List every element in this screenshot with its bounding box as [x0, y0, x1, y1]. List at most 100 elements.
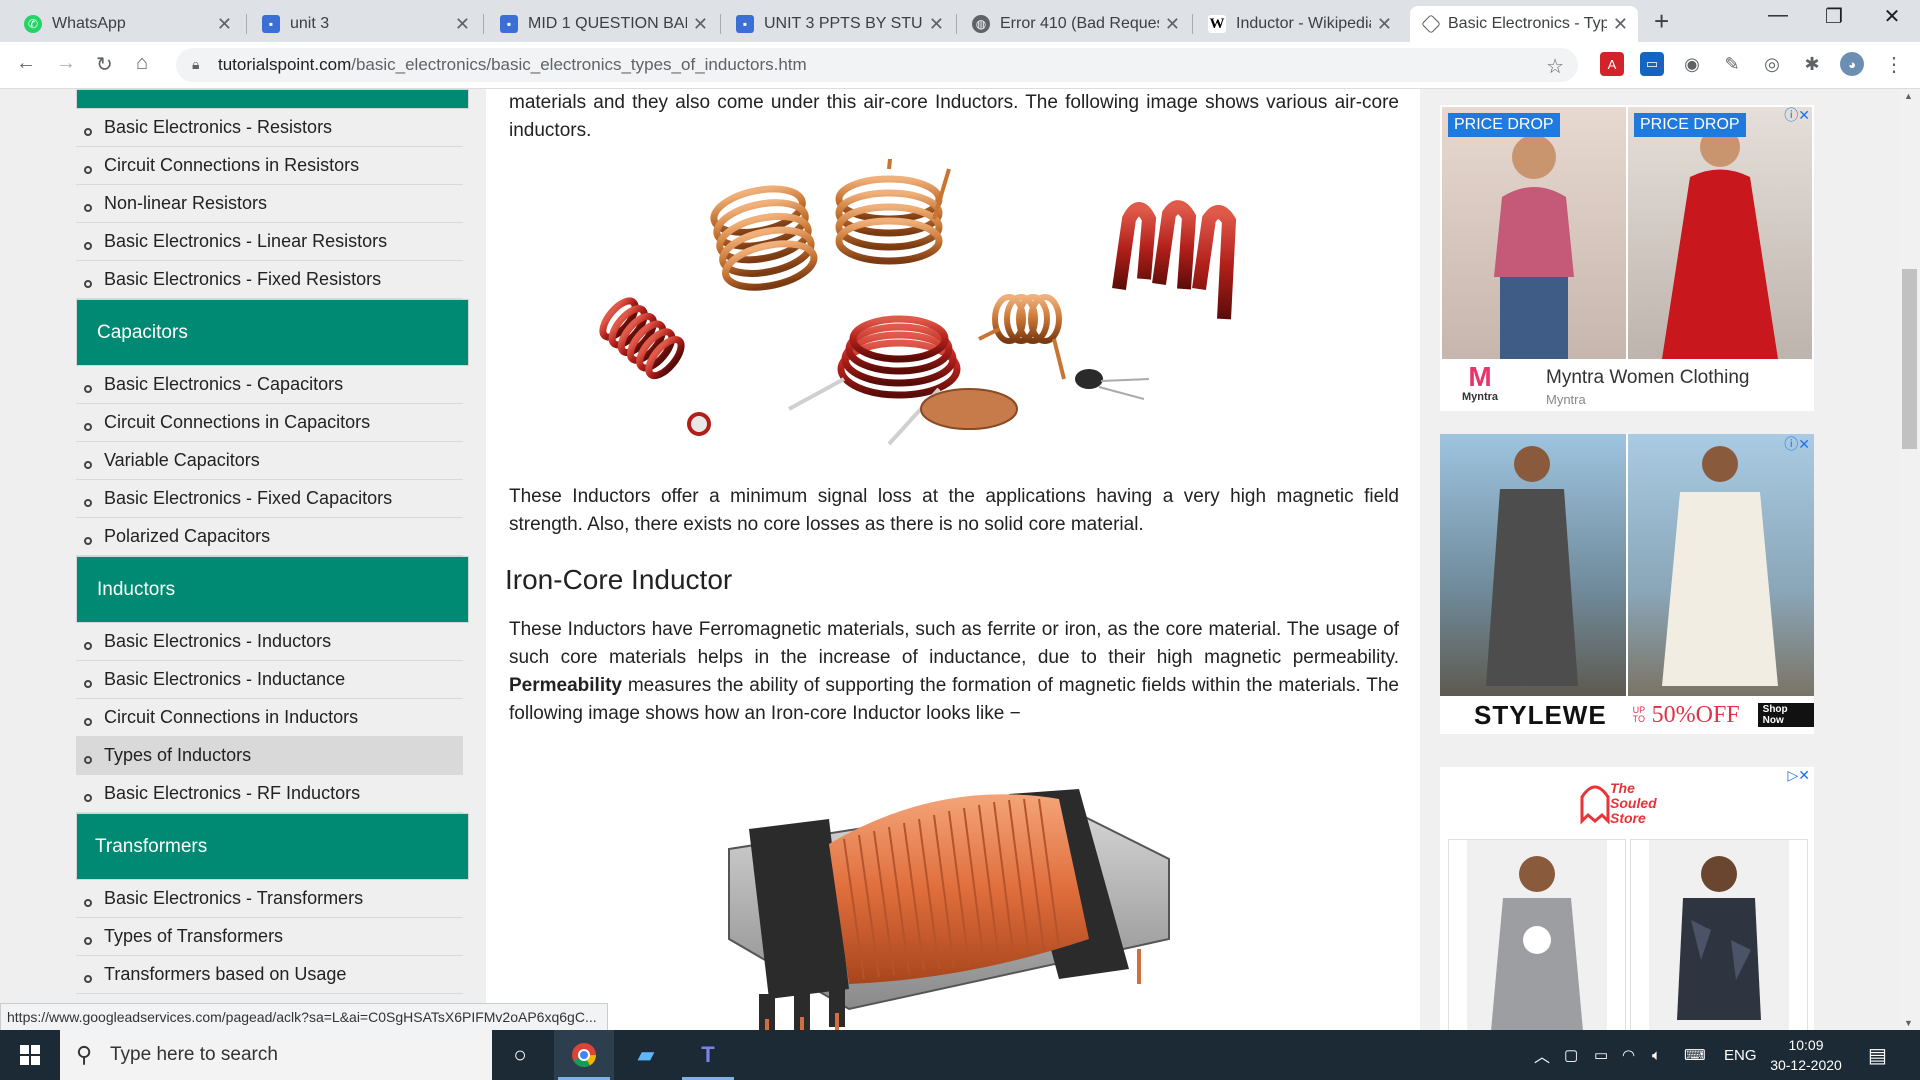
sidebar-item-circuit-connections-resistors[interactable]: Circuit Connections in Resistors: [76, 147, 463, 185]
tab-mid-1-question-bank[interactable]: ▪ MID 1 QUESTION BAN ✕: [486, 6, 718, 42]
reload-icon[interactable]: ↻: [96, 52, 113, 77]
myntra-ad[interactable]: PRICE DROP PRICE DROP ⓘ✕ M Myntra Myntra…: [1440, 105, 1814, 411]
shop-now-button[interactable]: Shop Now: [1757, 703, 1814, 727]
menu-kebab-icon[interactable]: ⋮: [1882, 52, 1906, 76]
sidebar-item-linear-resistors[interactable]: Basic Electronics - Linear Resistors: [76, 223, 463, 261]
close-icon[interactable]: ✕: [1613, 14, 1628, 35]
page-scrollbar[interactable]: ▲ ▼: [1899, 89, 1920, 1030]
close-icon[interactable]: ✕: [693, 14, 708, 35]
bullet-icon: [84, 241, 92, 250]
tab-title: MID 1 QUESTION BAN: [528, 15, 687, 32]
notification-center-icon[interactable]: ▤: [1868, 1030, 1887, 1080]
adchoices-icon[interactable]: ⓘ✕: [1784, 105, 1810, 125]
web-page: Basic Electronics - Resistors Circuit Co…: [0, 89, 1920, 1030]
sidebar-item-resistors[interactable]: Basic Electronics - Resistors: [76, 109, 463, 147]
show-hidden-icons[interactable]: ︿: [1534, 1030, 1550, 1080]
lock-icon[interactable]: 🔒︎: [192, 56, 199, 73]
stylewe-ad[interactable]: ⓘ✕ STYLEWE UP TO 50%OFF Shop Now: [1440, 434, 1814, 734]
iron-core-inductor-image: [728, 789, 1170, 1030]
new-tab-icon[interactable]: +: [1654, 6, 1669, 37]
forward-icon[interactable]: →: [56, 52, 76, 75]
sidebar-section-capacitors[interactable]: Capacitors: [76, 299, 469, 366]
wifi-icon[interactable]: ◠: [1622, 1030, 1635, 1080]
sidebar-item-inductors[interactable]: Basic Electronics - Inductors: [76, 623, 463, 661]
profile-avatar[interactable]: ◕: [1840, 52, 1864, 76]
address-bar[interactable]: 🔒︎ tutorialspoint.com/basic_electronics/…: [176, 48, 1578, 82]
tab-inductor-wikipedia[interactable]: W Inductor - Wikipedia ✕: [1194, 6, 1402, 42]
close-icon[interactable]: ✕: [1377, 14, 1392, 35]
eyedropper-extension-icon[interactable]: ✎: [1720, 52, 1744, 76]
adchoices-icon[interactable]: ▷✕: [1788, 767, 1811, 784]
close-icon[interactable]: ✕: [217, 14, 232, 35]
close-icon[interactable]: ✕: [1165, 14, 1180, 35]
ad-image-pink-top[interactable]: [1442, 107, 1626, 359]
sidebar-item-transformers[interactable]: Basic Electronics - Transformers: [76, 880, 463, 918]
window-close-icon[interactable]: ✕: [1862, 4, 1920, 29]
stylewe-banner[interactable]: STYLEWE UP TO 50%OFF Shop Now: [1440, 696, 1814, 734]
sidebar-item-fixed-capacitors[interactable]: Basic Electronics - Fixed Capacitors: [76, 480, 463, 518]
sidebar-item-types-of-inductors[interactable]: Types of Inductors: [76, 737, 463, 775]
sidebar-section-transformers[interactable]: Transformers: [76, 813, 469, 880]
teams-taskbar-icon[interactable]: T: [678, 1030, 738, 1080]
ad-title[interactable]: Myntra Women Clothing: [1546, 367, 1749, 389]
home-icon[interactable]: ⌂: [136, 52, 148, 75]
sidebar-item-polarized-capacitors[interactable]: Polarized Capacitors: [76, 518, 463, 556]
tab-unit-3-ppts[interactable]: ▪ UNIT 3 PPTS BY STUDE ✕: [722, 6, 954, 42]
screen-share-extension-icon[interactable]: ▭: [1640, 52, 1664, 76]
sidebar-group-capacitors: Basic Electronics - Capacitors Circuit C…: [76, 366, 469, 556]
minimize-icon[interactable]: —: [1748, 4, 1808, 27]
bookmark-star-icon[interactable]: ☆: [1546, 54, 1564, 79]
sidebar-item-capacitors[interactable]: Basic Electronics - Capacitors: [76, 366, 463, 404]
tab-title: Basic Electronics - Type: [1448, 15, 1607, 32]
ad-image-red-dress[interactable]: [1628, 107, 1812, 359]
tab-unit-3[interactable]: ▪ unit 3 ✕: [248, 6, 480, 42]
language-indicator[interactable]: ENG: [1724, 1030, 1757, 1080]
battery-icon[interactable]: ▭: [1594, 1030, 1608, 1080]
windows-start-button[interactable]: [0, 1030, 60, 1080]
sidebar-item-circuit-connections-capacitors[interactable]: Circuit Connections in Capacitors: [76, 404, 463, 442]
scrollbar-thumb[interactable]: [1902, 269, 1917, 449]
scroll-up-icon[interactable]: ▲: [1904, 91, 1913, 101]
ad-image-grey-dress[interactable]: [1440, 434, 1626, 696]
sidebar-item-circuit-connections-inductors[interactable]: Circuit Connections in Inductors: [76, 699, 463, 737]
doc-icon: ▪: [262, 15, 280, 33]
taskbar-search-input[interactable]: ⚲ Type here to search: [60, 1030, 492, 1080]
sidebar-item-non-linear-resistors[interactable]: Non-linear Resistors: [76, 185, 463, 223]
meet-now-icon[interactable]: ▢: [1564, 1030, 1578, 1080]
close-icon[interactable]: ✕: [455, 14, 470, 35]
sidebar-item-inductance[interactable]: Basic Electronics - Inductance: [76, 661, 463, 699]
sidebar-section-inductors[interactable]: Inductors: [76, 556, 469, 623]
acrobat-extension-icon[interactable]: A: [1600, 52, 1624, 76]
ad-product-card[interactable]: [1448, 839, 1626, 1030]
ad-product-card[interactable]: [1630, 839, 1808, 1030]
bullet-icon: [84, 536, 92, 545]
clock[interactable]: 10:09 30-12-2020: [1766, 1030, 1846, 1080]
ad-image-white-dress[interactable]: [1628, 434, 1814, 696]
back-icon[interactable]: ←: [16, 52, 36, 75]
volume-icon[interactable]: 🔈︎: [1652, 1030, 1661, 1080]
file-explorer-taskbar-icon[interactable]: ▰: [616, 1030, 676, 1080]
bullet-icon: [84, 974, 92, 983]
close-icon[interactable]: ✕: [929, 14, 944, 35]
sidebar-item-label: Basic Electronics - Fixed Resistors: [104, 269, 382, 289]
chrome-taskbar-icon[interactable]: [554, 1030, 614, 1080]
tab-error-410[interactable]: ◍ Error 410 (Bad Request ✕: [958, 6, 1190, 42]
souled-store-ad[interactable]: ▷✕ The Souled Store: [1440, 767, 1814, 1030]
model-grey-dress-image: [1486, 446, 1578, 686]
task-view-icon[interactable]: ○: [490, 1030, 550, 1080]
tab-basic-electronics[interactable]: Basic Electronics - Type ✕: [1410, 6, 1638, 42]
adchoices-icon[interactable]: ⓘ✕: [1784, 434, 1810, 454]
camera-extension-icon[interactable]: ◉: [1680, 52, 1704, 76]
windows-taskbar: ⚲ Type here to search ○ ▰ T ︿ ▢ ▭ ◠ 🔈︎ ⌨…: [0, 1030, 1920, 1080]
sidebar-item-transformers-usage[interactable]: Transformers based on Usage: [76, 956, 463, 994]
sidebar-item-fixed-resistors[interactable]: Basic Electronics - Fixed Resistors: [76, 261, 463, 299]
puzzle-extensions-icon[interactable]: ✱: [1800, 52, 1824, 76]
keyboard-icon[interactable]: ⌨: [1684, 1030, 1706, 1080]
restore-icon[interactable]: ❐: [1804, 4, 1864, 29]
sidebar-item-types-of-transformers[interactable]: Types of Transformers: [76, 918, 463, 956]
scroll-down-icon[interactable]: ▼: [1904, 1018, 1913, 1028]
tab-whatsapp[interactable]: ✆ WhatsApp ✕: [10, 6, 242, 42]
sidebar-item-rf-inductors[interactable]: Basic Electronics - RF Inductors: [76, 775, 463, 813]
sidebar-item-variable-capacitors[interactable]: Variable Capacitors: [76, 442, 463, 480]
extension-icon[interactable]: ◎: [1760, 52, 1784, 76]
